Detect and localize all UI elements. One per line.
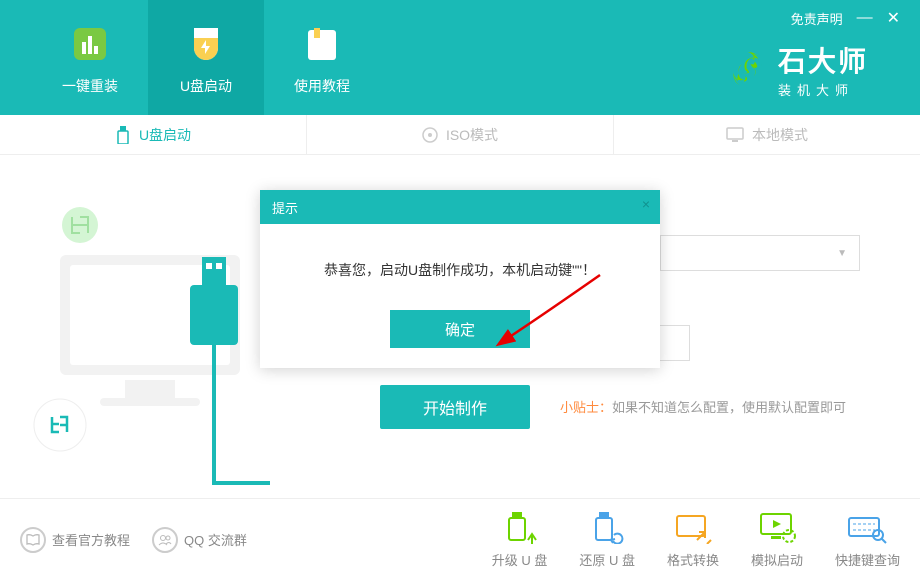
sub-tab-label: U盘启动 [139,125,191,145]
keyboard-search-icon [847,510,887,544]
convert-icon [673,510,713,544]
book-open-icon [20,527,46,553]
action-convert[interactable]: 格式转换 [667,510,719,569]
window-controls: 免责声明 — ✕ [791,0,908,28]
usb-up-icon [500,510,540,544]
people-icon [152,527,178,553]
usb-icon [115,126,131,144]
book-icon [298,20,346,68]
sub-tab-usb[interactable]: U盘启动 [0,115,307,154]
logo-icon [728,50,768,90]
action-label: 模拟启动 [751,550,803,569]
qq-group-link[interactable]: QQ 交流群 [152,527,247,553]
brand-name: 石大师 [778,40,868,80]
sub-tabs: U盘启动 ISO模式 本地模式 [0,115,920,155]
modal-message: 恭喜您，启动U盘制作成功，本机启动键""！ [260,224,660,310]
shield-icon [182,20,230,68]
modal: 提示 × 恭喜您，启动U盘制作成功，本机启动键""！ 确定 [260,190,660,368]
footer-left: 查看官方教程 QQ 交流群 [20,527,247,553]
tab-label: 一键重装 [62,76,118,96]
modal-confirm-button[interactable]: 确定 [390,310,530,348]
computer-illustration [30,195,270,485]
link-label: 查看官方教程 [52,530,130,549]
start-button[interactable]: 开始制作 [380,385,530,429]
disc-icon [422,127,438,143]
nav-tabs: 一键重装 U盘启动 使用教程 [0,0,380,115]
config-dropdown[interactable] [660,235,860,271]
modal-close-icon[interactable]: × [642,196,650,212]
tab-label: U盘启动 [180,76,232,96]
sub-tab-local[interactable]: 本地模式 [614,115,920,154]
modal-title: 提示 [272,198,298,217]
usb-sync-icon [587,510,627,544]
action-label: 快捷键查询 [835,550,900,569]
tab-usb-boot[interactable]: U盘启动 [148,0,264,115]
chart-icon [66,20,114,68]
tip: 小贴士：如果不知道怎么配置，使用默认配置即可 [560,397,846,416]
action-upgrade[interactable]: 升级 U 盘 [492,510,548,569]
monitor-icon [726,127,744,143]
header: 一键重装 U盘启动 使用教程 免责声明 — ✕ 石大师 装机大师 [0,0,920,115]
brand-text: 石大师 装机大师 [778,40,868,99]
close-icon[interactable]: ✕ [887,8,900,28]
header-right: 免责声明 — ✕ 石大师 装机大师 [728,0,920,99]
disclaimer-link[interactable]: 免责声明 [791,9,843,28]
tab-tutorial[interactable]: 使用教程 [264,0,380,115]
footer-actions: 升级 U 盘 还原 U 盘 格式转换 模拟启动 快捷键查询 [492,510,900,569]
tip-text: 如果不知道怎么配置，使用默认配置即可 [612,400,846,415]
minimize-icon[interactable]: — [857,9,873,27]
tip-label: 小贴士： [560,400,612,415]
start-button-label: 开始制作 [423,395,487,419]
action-label: 还原 U 盘 [579,550,635,569]
footer: 查看官方教程 QQ 交流群 升级 U 盘 还原 U 盘 格式转换 模拟启动 快捷… [0,498,920,580]
action-label: 升级 U 盘 [492,550,548,569]
action-restore[interactable]: 还原 U 盘 [579,510,635,569]
sub-tab-iso[interactable]: ISO模式 [307,115,614,154]
action-hotkey[interactable]: 快捷键查询 [835,510,900,569]
sub-tab-label: 本地模式 [752,125,808,145]
modal-confirm-label: 确定 [445,319,475,340]
action-label: 格式转换 [667,550,719,569]
tab-label: 使用教程 [294,76,350,96]
brand-sub: 装机大师 [778,80,868,99]
tab-reinstall[interactable]: 一键重装 [32,0,148,115]
link-label: QQ 交流群 [184,530,247,549]
tutorial-link[interactable]: 查看官方教程 [20,527,130,553]
modal-header: 提示 × [260,190,660,224]
brand: 石大师 装机大师 [728,40,868,99]
action-simulate[interactable]: 模拟启动 [751,510,803,569]
play-monitor-icon [757,510,797,544]
sub-tab-label: ISO模式 [446,125,498,145]
